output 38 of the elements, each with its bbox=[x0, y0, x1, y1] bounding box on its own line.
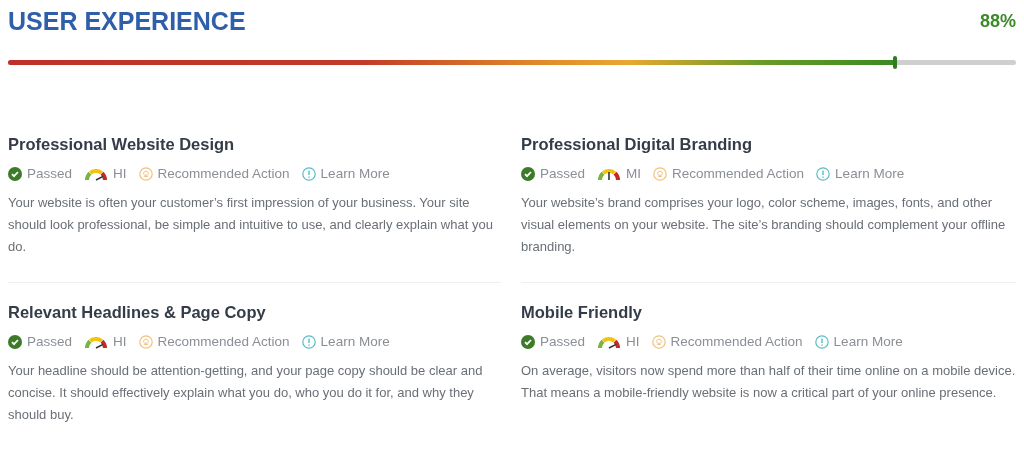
gauge-icon bbox=[84, 334, 109, 349]
lightbulb-icon[interactable] bbox=[138, 166, 153, 181]
check-title: Mobile Friendly bbox=[521, 303, 643, 322]
status-label: Passed bbox=[540, 166, 586, 181]
impact-label: HI bbox=[626, 334, 640, 349]
recommended-action-link[interactable]: Recommended Action bbox=[138, 166, 290, 181]
lightbulb-icon[interactable] bbox=[138, 334, 153, 349]
impact-label: MI bbox=[626, 166, 642, 181]
recommended-action-link[interactable]: Recommended Action bbox=[138, 334, 290, 349]
score-percent: 88% bbox=[979, 10, 1016, 32]
section-title: USER EXPERIENCE bbox=[8, 6, 246, 36]
gauge-icon bbox=[597, 334, 622, 349]
info-icon[interactable] bbox=[816, 166, 831, 181]
check-title: Professional Digital Branding bbox=[521, 135, 754, 154]
learn-more-link[interactable]: Learn More bbox=[816, 166, 905, 181]
check-description: On average, visitors now spend more than half of their time online on a mobile device. That means a mobile-friendly website is now a critical part of your online presence. bbox=[521, 362, 1016, 402]
info-icon[interactable] bbox=[301, 166, 316, 181]
impact-label: HI bbox=[113, 334, 127, 349]
status-label: Passed bbox=[27, 166, 73, 181]
recommended-action-link[interactable]: Recommended Action bbox=[651, 334, 803, 349]
learn-more-link[interactable]: Learn More bbox=[301, 166, 390, 181]
check-description: Your website’s brand comprises your logo, color scheme, images, fonts, and other visual elements on your website. The site’s branding should complement your offline branding. bbox=[521, 194, 1007, 256]
info-icon[interactable] bbox=[301, 334, 316, 349]
gauge-icon bbox=[597, 166, 622, 181]
gauge-icon bbox=[84, 166, 109, 181]
check-title: Professional Website Design bbox=[8, 135, 236, 154]
impact-label: HI bbox=[113, 166, 127, 181]
recommended-action-link[interactable]: Recommended Action bbox=[653, 166, 805, 181]
info-icon[interactable] bbox=[814, 334, 829, 349]
check-description: Your headline should be attention-getting, and your page copy should be clear and concise. It should effectively explain what you do, who you do it for, and why they should buy. bbox=[8, 362, 484, 424]
status-label: Passed bbox=[540, 334, 586, 349]
status-label: Passed bbox=[27, 334, 73, 349]
learn-more-link[interactable]: Learn More bbox=[301, 334, 390, 349]
check-title: Relevant Headlines & Page Copy bbox=[8, 303, 267, 322]
lightbulb-icon[interactable] bbox=[653, 166, 668, 181]
check-description: Your website is often your customer’s first impression of your business. Your site should look professional, be simple and intuitive to use, and clearly explain what you do. bbox=[8, 194, 494, 256]
learn-more-link[interactable]: Learn More bbox=[814, 334, 903, 349]
lightbulb-icon[interactable] bbox=[651, 334, 666, 349]
